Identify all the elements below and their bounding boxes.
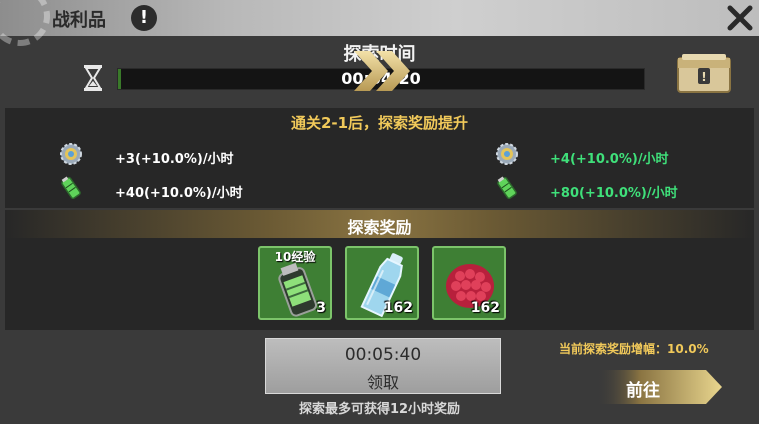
reward-item-water-bottle[interactable]: 162	[345, 246, 419, 320]
reward-item-raspberry[interactable]: 162	[432, 246, 506, 320]
claim-button[interactable]: 00:05:40 领取	[265, 338, 501, 394]
title-bar: 战利品 !	[0, 0, 759, 46]
battery-icon	[61, 176, 81, 200]
reward-item-count: 162	[383, 300, 413, 316]
rewards-header: 探索奖励	[5, 210, 754, 238]
reward-item-count: 3	[316, 300, 326, 316]
next-rate-battery: +80(+10.0%)/小时	[550, 186, 678, 201]
current-rate-gear: +3(+10.0%)/小时	[115, 152, 234, 167]
svg-text:!: !	[701, 70, 706, 84]
reward-item-count: 162	[470, 300, 500, 316]
upgrade-title: 通关2-1后，探索奖励提升	[290, 114, 469, 132]
reward-item-tag: 10经验	[274, 250, 316, 264]
reward-item-exp-canister[interactable]: 10经验 3	[258, 246, 332, 320]
close-icon[interactable]	[724, 2, 756, 34]
goto-label: 前往	[626, 381, 660, 401]
goto-button[interactable]: 前往	[596, 368, 724, 406]
goto-button-bg	[596, 370, 722, 404]
claim-label: 领取	[366, 373, 399, 392]
rewards-title: 探索奖励	[347, 218, 412, 237]
hourglass-icon	[84, 65, 102, 91]
info-icon[interactable]: !	[131, 5, 157, 31]
claim-countdown: 00:05:40	[344, 345, 422, 365]
window-title: 战利品	[52, 10, 106, 31]
double-chevron-right-icon	[354, 51, 410, 91]
battery-icon	[497, 176, 517, 200]
treasure-chest-icon[interactable]: !	[676, 52, 732, 94]
current-rate-battery: +40(+10.0%)/小时	[115, 186, 243, 201]
next-rate-gear: +4(+10.0%)/小时	[550, 152, 669, 167]
reward-boost-text: 当前探索奖励增幅：10.0%	[559, 342, 709, 356]
gear-coin-icon	[60, 143, 82, 165]
gear-coin-icon	[496, 143, 518, 165]
